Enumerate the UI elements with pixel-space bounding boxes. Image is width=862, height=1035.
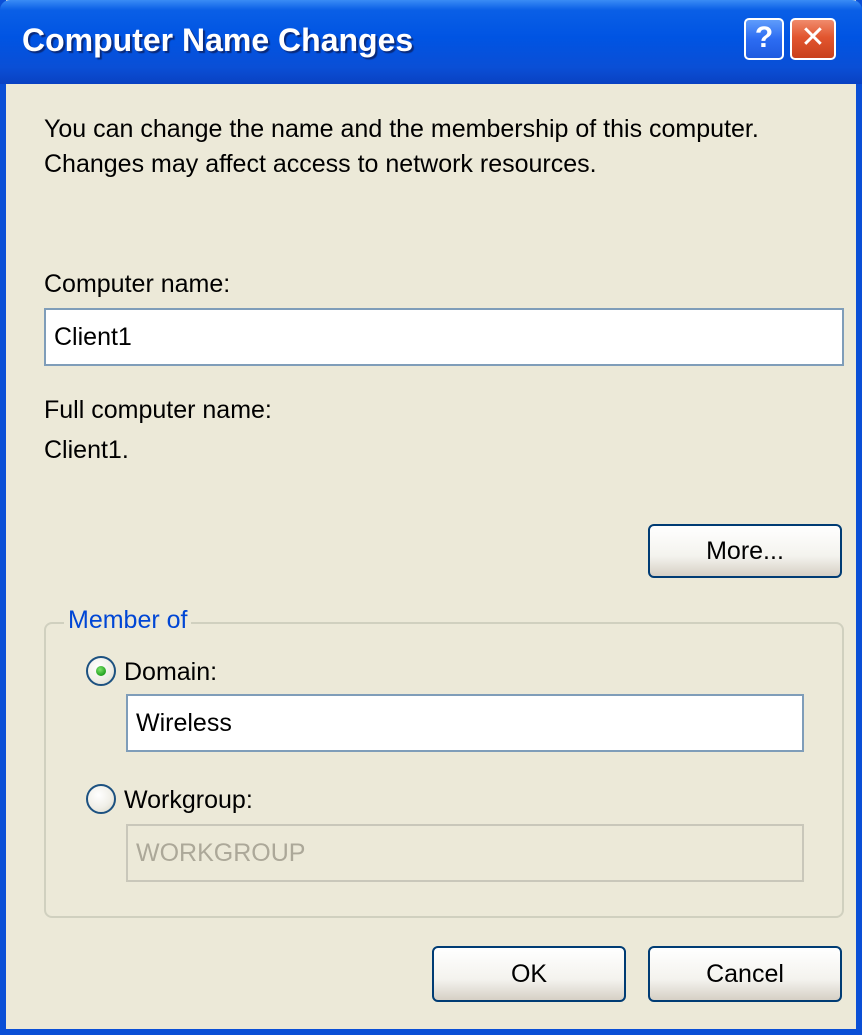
workgroup-input: WORKGROUP — [126, 824, 804, 882]
domain-radio[interactable] — [86, 656, 116, 686]
domain-label[interactable]: Domain: — [124, 658, 217, 687]
computer-name-input[interactable]: Client1 — [44, 308, 844, 366]
computer-name-changes-dialog: Computer Name Changes ? ✕ You can change… — [0, 0, 862, 1035]
workgroup-radio[interactable] — [86, 784, 116, 814]
cancel-button[interactable]: Cancel — [648, 946, 842, 1002]
radio-selected-dot — [96, 666, 106, 676]
window-title: Computer Name Changes — [22, 22, 414, 58]
full-computer-name-value: Client1. — [44, 436, 129, 464]
close-icon[interactable]: ✕ — [790, 18, 836, 60]
computer-name-label: Computer name: — [44, 270, 231, 298]
title-bar[interactable]: Computer Name Changes ? ✕ — [0, 0, 862, 84]
domain-input[interactable]: Wireless — [126, 694, 804, 752]
ok-button[interactable]: OK — [432, 946, 626, 1002]
workgroup-label[interactable]: Workgroup: — [124, 786, 253, 815]
full-computer-name-label: Full computer name: — [44, 396, 272, 424]
member-of-label: Member of — [64, 606, 192, 635]
more-button[interactable]: More... — [648, 524, 842, 578]
description-text: You can change the name and the membersh… — [44, 115, 759, 178]
help-icon[interactable]: ? — [744, 18, 784, 60]
